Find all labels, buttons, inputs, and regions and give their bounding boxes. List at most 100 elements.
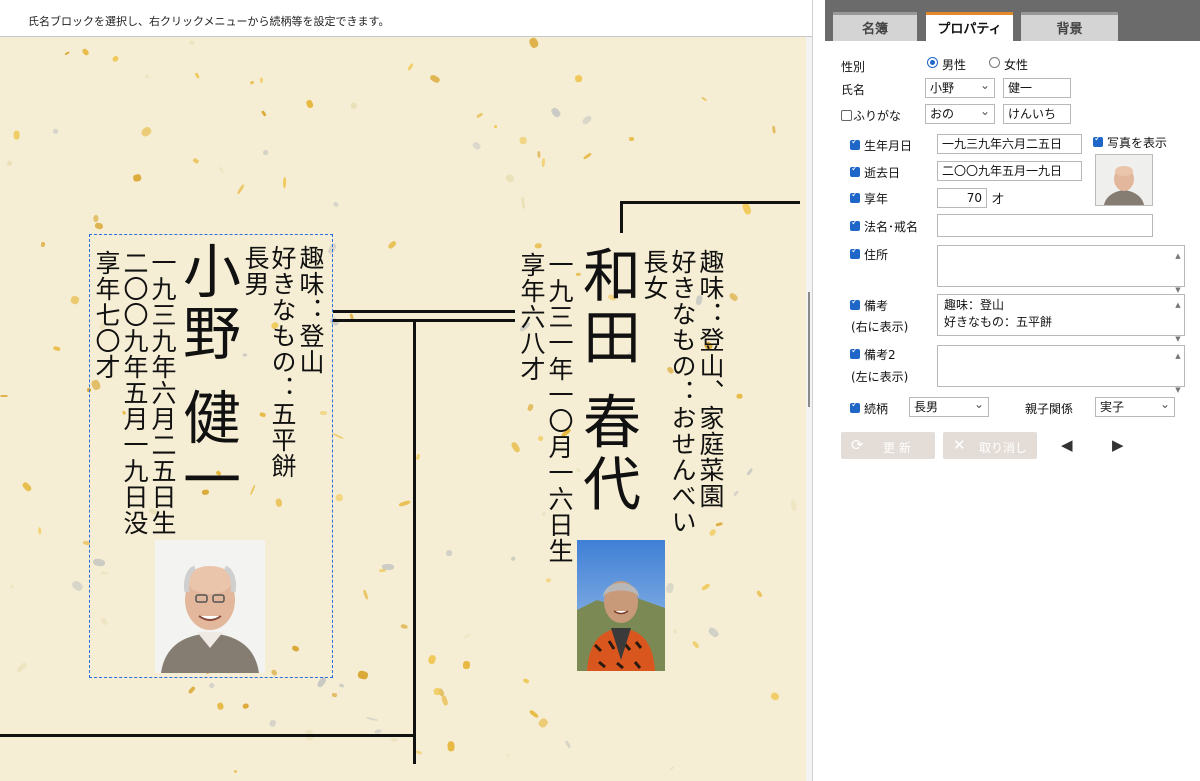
parent-relation-select[interactable]: 実子	[1095, 397, 1175, 417]
gold-fleck	[415, 453, 421, 460]
tree-line	[620, 201, 800, 204]
gold-fleck	[665, 582, 675, 595]
gold-fleck	[493, 124, 498, 129]
left-triangle-icon[interactable]: ◀	[1061, 436, 1073, 454]
note-textarea[interactable]: 趣味：登山 好きなもの：五平餅 ▲ ▼	[937, 294, 1185, 343]
gold-fleck	[574, 74, 583, 83]
textarea-scrollbar[interactable]: ▲ ▼	[1174, 248, 1182, 294]
female-radio[interactable]	[989, 57, 1000, 68]
textarea-scrollbar[interactable]: ▲ ▼	[1174, 297, 1182, 343]
right-triangle-icon[interactable]: ▶	[1112, 436, 1124, 454]
gold-fleck	[728, 291, 740, 303]
gold-fleck	[9, 583, 15, 589]
given-kana-input[interactable]: けんいち	[1003, 104, 1071, 124]
birth-date-input[interactable]: 一九三九年六月二五日	[937, 134, 1082, 154]
gold-fleck	[81, 47, 90, 57]
scrollbar-thumb[interactable]	[808, 292, 810, 407]
gold-fleck	[541, 157, 546, 167]
person2-age: 享年六八才	[517, 252, 546, 382]
tab-roster[interactable]: 名簿	[833, 12, 917, 41]
update-button[interactable]: ⟳ 更 新	[841, 432, 935, 459]
gold-fleck	[365, 717, 378, 722]
gold-fleck	[335, 493, 344, 502]
gold-fleck	[447, 741, 456, 753]
hint-bar: 氏名ブロックを選択し、右クリックメニューから続柄等を設定できます。	[0, 0, 812, 37]
age-input[interactable]: 70	[937, 188, 987, 208]
tab-properties[interactable]: プロパティ	[926, 12, 1013, 41]
person2-birth: 一九三一年一〇月一六日生	[545, 252, 574, 564]
gold-fleck	[192, 157, 200, 164]
gold-fleck	[407, 62, 415, 71]
tab-background[interactable]: 背景	[1021, 12, 1118, 41]
gold-fleck	[504, 173, 515, 184]
show-photo-label: 写真を表示	[1107, 136, 1168, 150]
gold-fleck	[669, 765, 675, 771]
note2-textarea[interactable]: ▲ ▼	[937, 345, 1185, 394]
photo-thumbnail[interactable]	[1095, 154, 1153, 206]
gold-fleck	[357, 669, 369, 680]
marriage-line	[333, 319, 515, 322]
dharma-input[interactable]	[937, 214, 1153, 237]
person2-relation: 長女	[640, 249, 669, 301]
furigana-checkbox[interactable]	[841, 110, 852, 121]
show-photo-checkbox[interactable]	[1093, 134, 1103, 147]
given-name-input[interactable]: 健一	[1003, 78, 1071, 98]
gold-fleck	[400, 623, 409, 630]
gold-fleck	[700, 582, 711, 592]
family-tree-canvas[interactable]: 趣味：登山 好きなもの：五平餅 長男 小野 健一 一九三九年六月二五日生 二〇〇…	[0, 37, 806, 781]
birth-label: 生年月日	[864, 139, 913, 153]
gold-fleck	[673, 629, 677, 634]
gold-fleck	[52, 345, 61, 351]
refresh-icon: ⟳	[851, 436, 864, 454]
person1-relation: 長男	[241, 245, 270, 297]
male-radio[interactable]	[927, 57, 938, 68]
textarea-scrollbar[interactable]: ▲ ▼	[1174, 348, 1182, 394]
person1-note2: 好きなもの：五平餅	[268, 245, 297, 479]
gold-fleck	[462, 660, 471, 669]
gold-fleck	[629, 137, 635, 142]
male-radio-label[interactable]: 男性	[942, 56, 966, 73]
birth-checkbox[interactable]	[850, 137, 860, 150]
gold-fleck	[305, 99, 314, 109]
gold-fleck	[537, 434, 545, 443]
gold-fleck	[732, 489, 739, 497]
person1-age: 享年七〇才	[92, 250, 121, 380]
address-checkbox[interactable]	[850, 246, 860, 259]
gold-fleck	[216, 702, 224, 711]
relation-checkbox[interactable]	[850, 400, 860, 413]
tree-line	[0, 734, 416, 737]
gold-fleck	[756, 589, 764, 598]
dharma-checkbox[interactable]	[850, 218, 860, 231]
gold-fleck	[6, 160, 14, 167]
relation-select[interactable]: 長男	[909, 397, 989, 417]
surname-kana-combo[interactable]: おの	[925, 104, 995, 124]
gold-fleck	[331, 432, 344, 440]
gold-fleck	[536, 150, 541, 159]
female-radio-label[interactable]: 女性	[1004, 56, 1028, 73]
gold-fleck	[362, 589, 369, 599]
person2-name[interactable]: 和田 春代	[573, 245, 641, 515]
gold-fleck	[769, 691, 780, 702]
gold-fleck	[416, 749, 423, 755]
surname-combo[interactable]: 小野	[925, 78, 995, 98]
death-date-input[interactable]: 二〇〇九年五月一九日	[937, 161, 1082, 181]
gold-fleck	[40, 241, 47, 248]
gold-fleck	[528, 37, 541, 50]
gold-fleck	[71, 579, 85, 593]
death-checkbox[interactable]	[850, 164, 860, 177]
age-checkbox[interactable]	[850, 190, 860, 203]
gold-fleck	[140, 125, 154, 139]
tree-line	[620, 201, 623, 233]
gold-fleck	[261, 109, 267, 117]
cancel-button[interactable]: ✕ 取り消し	[943, 432, 1037, 459]
person2-note2: 好きなもの：おせんべい	[668, 249, 697, 535]
note-checkbox[interactable]	[850, 297, 860, 310]
note2-checkbox[interactable]	[850, 346, 860, 359]
person1-note1: 趣味：登山	[296, 245, 325, 375]
gold-fleck	[520, 196, 526, 209]
address-textarea[interactable]: ▲ ▼	[937, 245, 1185, 294]
gold-fleck	[188, 39, 195, 46]
note-line2: 好きなもの：五平餅	[944, 315, 1053, 329]
person2-photo	[577, 540, 665, 671]
person1-name[interactable]: 小野 健一	[173, 241, 241, 511]
